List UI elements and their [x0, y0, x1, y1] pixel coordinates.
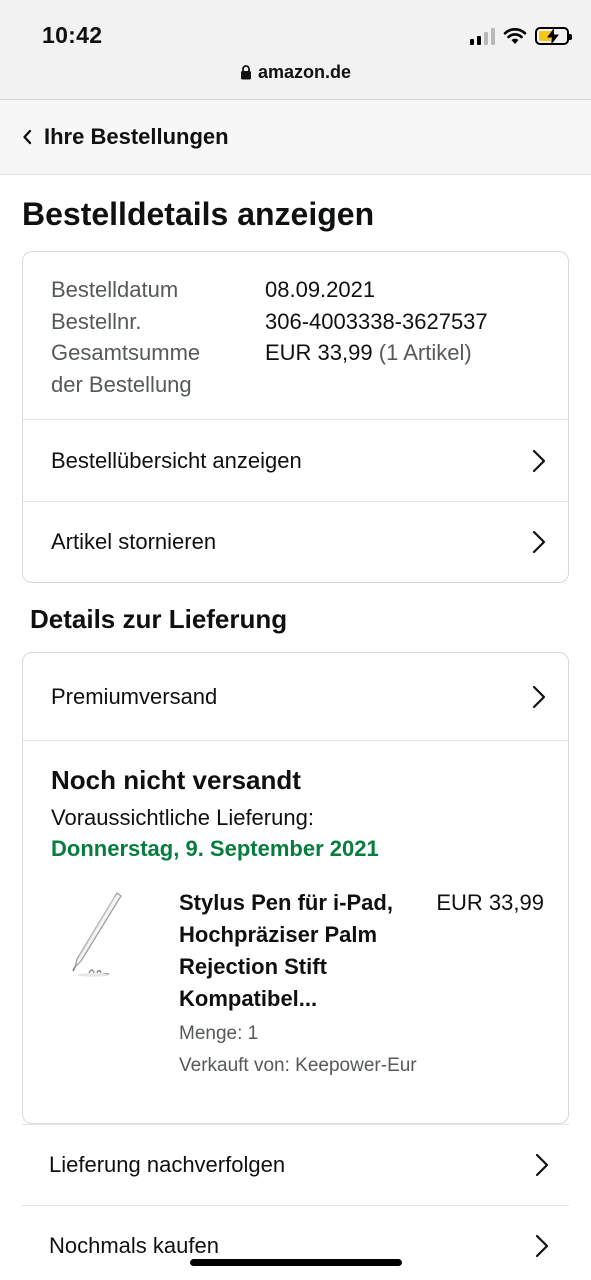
status-time: 10:42 — [42, 22, 103, 48]
order-total-label-line2: der Bestellung — [51, 371, 192, 397]
page-title: Bestelldetails anzeigen — [22, 196, 375, 232]
cancel-items-link[interactable]: Artikel stornieren — [23, 501, 568, 582]
order-item: Stylus Pen für i-Pad, Hochpräziser Palm … — [23, 881, 568, 1096]
wifi-icon — [503, 28, 527, 44]
cellular-signal-icon — [470, 27, 495, 45]
view-order-summary-label: Bestellübersicht anzeigen — [51, 447, 302, 473]
product-title-link[interactable]: Stylus Pen für i-Pad, Hochpräziser Palm … — [179, 887, 419, 1015]
cancel-items-label: Artikel stornieren — [51, 529, 217, 554]
order-date-row: Bestelldatum 08.09.2021 — [51, 274, 540, 306]
order-number-label: Bestellnr. — [51, 308, 142, 334]
order-total-row: Gesamtsumme der Bestellung EUR 33,99 (1 … — [51, 337, 540, 400]
shipping-method-link[interactable]: Premiumversand — [23, 653, 568, 741]
product-seller: Verkauft von: Keepower-Eur — [179, 1055, 417, 1076]
eta-label: Voraussichtliche Lieferung: — [51, 805, 314, 830]
chevron-right-icon — [535, 1153, 549, 1177]
order-summary-card: Bestelldatum 08.09.2021 Bestellnr. 306-4… — [22, 251, 569, 583]
order-date-value: 08.09.2021 — [265, 277, 376, 302]
order-info: Bestelldatum 08.09.2021 Bestellnr. 306-4… — [23, 252, 568, 420]
chevron-right-icon — [532, 685, 546, 708]
order-total-label-line1: Gesamtsumme — [51, 340, 201, 365]
order-total-label: Gesamtsumme der Bestellung — [51, 337, 265, 400]
shipping-method-label: Premiumversand — [51, 683, 218, 709]
buy-again-link[interactable]: Nochmals kaufen — [22, 1205, 569, 1280]
product-quantity: Menge: 1 — [179, 1023, 259, 1044]
order-number-row: Bestellnr. 306-4003338-3627537 — [51, 306, 540, 338]
order-number-value: 306-4003338-3627537 — [265, 308, 488, 334]
chevron-right-icon — [535, 1234, 549, 1258]
status-icons — [470, 24, 572, 48]
home-indicator[interactable] — [190, 1259, 402, 1266]
url-bar[interactable]: amazon.de — [0, 62, 591, 83]
chevron-left-icon — [23, 129, 32, 145]
chevron-right-icon — [532, 530, 546, 554]
product-price: EUR 33,99 — [436, 890, 544, 915]
order-item-count: (1 Artikel) — [378, 340, 472, 365]
eta-date: Donnerstag, 9. September 2021 — [51, 836, 379, 861]
lock-icon — [240, 65, 251, 80]
url-text: amazon.de — [257, 62, 352, 82]
delivery-card: Premiumversand Noch nicht versandt Vorau… — [22, 652, 569, 1124]
view-order-summary-link[interactable]: Bestellübersicht anzeigen — [23, 420, 568, 501]
buy-again-label: Nochmals kaufen — [49, 1233, 219, 1258]
back-to-orders-link[interactable]: Ihre Bestellungen — [0, 100, 591, 175]
back-link-label: Ihre Bestellungen — [44, 124, 229, 149]
shipment-status-block: Noch nicht versandt Voraussichtliche Lie… — [23, 741, 568, 865]
track-package-label: Lieferung nachverfolgen — [49, 1152, 286, 1177]
shipment-status: Noch nicht versandt — [51, 765, 301, 795]
browser-top-bar: 10:42 amazon.de — [0, 0, 591, 100]
delivery-section-title: Details zur Lieferung — [30, 604, 288, 634]
battery-charging-icon — [535, 27, 572, 45]
order-total-value: EUR 33,99 (1 Artikel) — [265, 337, 472, 400]
chevron-right-icon — [532, 449, 546, 472]
product-thumbnail[interactable] — [41, 883, 136, 1003]
track-package-link[interactable]: Lieferung nachverfolgen — [22, 1124, 569, 1205]
order-total-amount: EUR 33,99 — [265, 340, 373, 365]
order-date-label: Bestelldatum — [51, 277, 179, 302]
